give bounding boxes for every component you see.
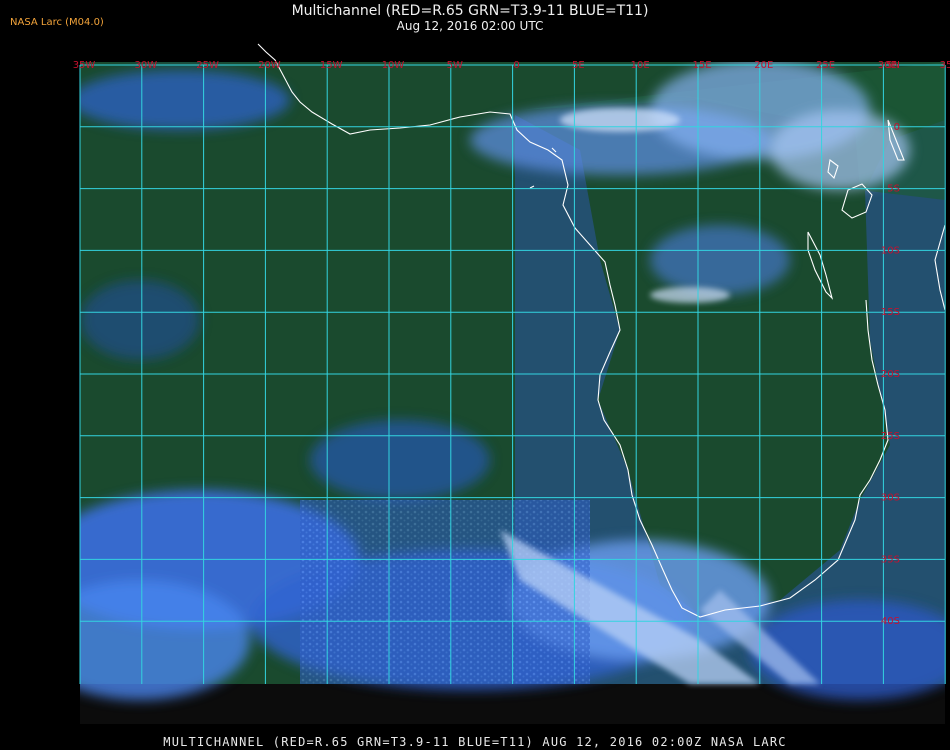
footer-caption: MULTICHANNEL (RED=R.65 GRN=T3.9-11 BLUE=… [163,735,787,749]
longitude-label-35W: 35W [73,60,96,71]
latitude-label-35S: 35S [881,554,900,565]
imagery-layer [80,62,945,724]
longitude-label-30W: 30W [134,60,157,71]
satellite-map: 35W 30W 25W 20W 15W 10W 5W 0 5E 10E 15E 20E 25E 30E 35… [73,43,950,724]
longitude-label-0: 0 [513,60,519,71]
longitude-label-10W: 10W [382,60,405,71]
latitude-label-5S: 5S [887,184,900,195]
latitude-label-40S: 40S [881,616,900,627]
longitude-label-20E: 20E [754,60,773,71]
latitude-label-30S: 30S [881,493,900,504]
longitude-label-5W: 5W [447,60,463,71]
latitude-label-20S: 20S [881,369,900,380]
latitude-label-5N: 5N [886,60,900,71]
longitude-label-20W: 20W [258,60,281,71]
longitude-label-25W: 25W [196,60,219,71]
longitude-label-10E: 10E [631,60,650,71]
longitude-label-25E: 25E [816,60,835,71]
latitude-label-10S: 10S [881,245,900,256]
latitude-label-0: 0 [894,122,900,133]
longitude-label-15E: 15E [692,60,711,71]
longitude-label-15W: 15W [320,60,343,71]
longitude-label-5E: 5E [572,60,585,71]
latitude-label-15S: 15S [881,307,900,318]
latitude-label-25S: 25S [881,431,900,442]
longitude-label-35E: 35E [940,60,950,71]
